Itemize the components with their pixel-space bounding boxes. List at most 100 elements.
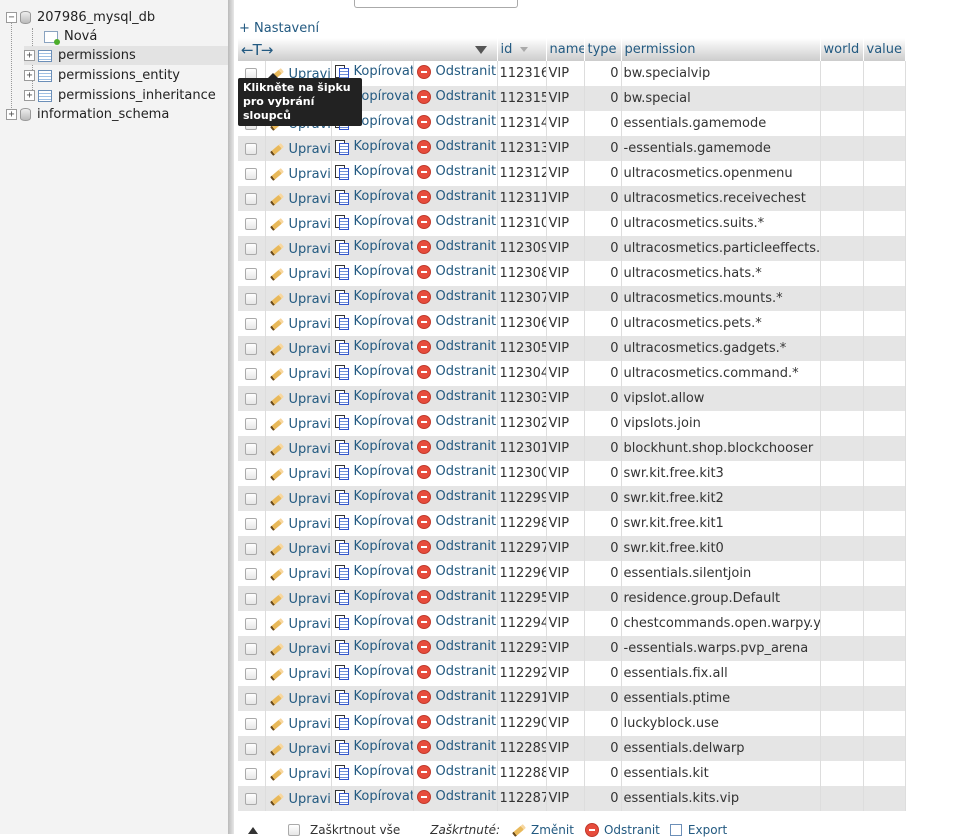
- edit-link[interactable]: Upravit: [268, 542, 330, 557]
- copy-label[interactable]: Kopírovat: [354, 214, 413, 229]
- cell-type[interactable]: 0: [584, 311, 622, 336]
- edit-label[interactable]: Upravit: [289, 642, 331, 657]
- cell-type[interactable]: 0: [584, 61, 622, 86]
- table-row[interactable]: Upravit Kopírovat Odstranit112295VIP0resid…: [238, 586, 906, 611]
- cell-permission[interactable]: essentials.delwarp: [621, 736, 821, 761]
- delete-label[interactable]: Odstranit: [436, 264, 497, 279]
- edit-link[interactable]: Upravit: [268, 642, 331, 657]
- cell-value[interactable]: [863, 311, 906, 336]
- cell-permission[interactable]: vipslot.allow: [621, 386, 821, 411]
- delete-link[interactable]: Odstranit: [416, 64, 496, 79]
- bulk-edit-button[interactable]: Změnit: [510, 823, 574, 837]
- cell-id[interactable]: 112310: [497, 211, 547, 236]
- table-row[interactable]: Upravit Kopírovat Odstranit112300VIP0swr.k…: [238, 461, 906, 486]
- cell-type[interactable]: 0: [584, 661, 622, 686]
- copy-label[interactable]: Kopírovat: [354, 139, 413, 154]
- delete-link[interactable]: Odstranit: [416, 764, 496, 779]
- cell-value[interactable]: [863, 486, 906, 511]
- cell-id[interactable]: 112297: [497, 536, 547, 561]
- delete-link[interactable]: Odstranit: [416, 439, 496, 454]
- delete-link[interactable]: Odstranit: [416, 114, 496, 129]
- edit-label[interactable]: Upravit: [289, 267, 331, 282]
- delete-label[interactable]: Odstranit: [436, 214, 497, 229]
- collapse-icon[interactable]: −: [6, 12, 17, 23]
- cell-id[interactable]: 112294: [497, 611, 547, 636]
- cell-permission[interactable]: vipslots.join: [621, 411, 821, 436]
- expand-icon[interactable]: +: [6, 109, 17, 120]
- table-row[interactable]: Upravit Kopírovat Odstranit112311VIP0ultra…: [238, 186, 906, 211]
- delete-link[interactable]: Odstranit: [416, 214, 497, 229]
- cell-name[interactable]: VIP: [546, 411, 585, 436]
- delete-link[interactable]: Odstranit: [416, 264, 497, 279]
- cell-id[interactable]: 112316: [497, 61, 547, 86]
- cell-value[interactable]: [863, 236, 906, 261]
- copy-label[interactable]: Kopírovat: [354, 89, 413, 104]
- cell-type[interactable]: 0: [584, 186, 622, 211]
- cell-value[interactable]: [863, 761, 906, 786]
- delete-label[interactable]: Odstranit: [436, 389, 497, 404]
- delete-label[interactable]: Odstranit: [436, 314, 497, 329]
- table-name[interactable]: permissions_entity: [58, 68, 180, 83]
- cell-name[interactable]: VIP: [546, 186, 585, 211]
- row-checkbox[interactable]: [245, 642, 258, 655]
- cell-world[interactable]: [820, 686, 864, 711]
- copy-label[interactable]: Kopírovat: [354, 614, 413, 629]
- edit-label[interactable]: Upravit: [289, 192, 331, 207]
- settings-link[interactable]: + Nastavení: [239, 21, 319, 36]
- edit-label[interactable]: Upravit: [289, 392, 331, 407]
- cell-type[interactable]: 0: [584, 111, 622, 136]
- edit-label[interactable]: Upravit: [289, 242, 331, 257]
- delete-link[interactable]: Odstranit: [416, 89, 497, 104]
- delete-label[interactable]: Odstranit: [436, 89, 497, 104]
- edit-label[interactable]: Upravit: [289, 217, 331, 232]
- cell-value[interactable]: [863, 186, 906, 211]
- table-name[interactable]: permissions_inheritance: [58, 88, 216, 103]
- cell-type[interactable]: 0: [584, 586, 622, 611]
- delete-label[interactable]: Odstranit: [436, 714, 497, 729]
- copy-link[interactable]: Kopírovat: [334, 314, 412, 330]
- copy-link[interactable]: Kopírovat: [334, 739, 412, 755]
- expand-icon[interactable]: +: [24, 70, 35, 81]
- cell-id[interactable]: 112289: [497, 736, 547, 761]
- cell-world[interactable]: [820, 136, 864, 161]
- edit-link[interactable]: Upravit: [268, 767, 331, 782]
- cell-permission[interactable]: chestcommands.open.warpy.yml: [621, 611, 821, 636]
- cell-name[interactable]: VIP: [546, 61, 585, 86]
- cell-name[interactable]: VIP: [546, 336, 585, 361]
- cell-name[interactable]: VIP: [546, 686, 585, 711]
- tree-table-permissions-entity[interactable]: + permissions_entity: [24, 66, 180, 85]
- cell-value[interactable]: [863, 586, 906, 611]
- edit-label[interactable]: Upravit: [289, 367, 331, 382]
- edit-link[interactable]: Upravit: [268, 717, 330, 732]
- cell-world[interactable]: [820, 736, 864, 761]
- cell-world[interactable]: [820, 436, 864, 461]
- cell-world[interactable]: [820, 111, 864, 136]
- row-checkbox[interactable]: [245, 267, 258, 280]
- row-checkbox[interactable]: [245, 792, 258, 805]
- edit-link[interactable]: Upravit: [268, 442, 330, 457]
- delete-link[interactable]: Odstranit: [416, 414, 496, 429]
- edit-link[interactable]: Upravit: [268, 142, 330, 157]
- cell-world[interactable]: [820, 286, 864, 311]
- edit-label[interactable]: Upravit: [289, 767, 331, 782]
- cell-world[interactable]: [820, 361, 864, 386]
- cell-permission[interactable]: luckyblock.use: [621, 711, 821, 736]
- delete-label[interactable]: Odstranit: [436, 189, 497, 204]
- cell-world[interactable]: [820, 761, 864, 786]
- cell-value[interactable]: [863, 611, 906, 636]
- cell-value[interactable]: [863, 61, 906, 86]
- cell-permission[interactable]: -essentials.gamemode: [621, 136, 821, 161]
- row-checkbox[interactable]: [245, 442, 258, 455]
- edit-link[interactable]: Upravit: [268, 592, 330, 607]
- row-checkbox[interactable]: [245, 692, 258, 705]
- table-row[interactable]: Upravit Kopírovat Odstranit112294VIP0chest…: [238, 611, 906, 636]
- copy-link[interactable]: Kopírovat: [334, 139, 413, 155]
- table-row[interactable]: Upravit Kopírovat Odstranit112310VIP0ultra…: [238, 211, 906, 236]
- cell-type[interactable]: 0: [584, 361, 622, 386]
- edit-link[interactable]: Upravit: [268, 692, 330, 707]
- copy-link[interactable]: Kopírovat: [334, 564, 412, 580]
- cell-world[interactable]: [820, 611, 864, 636]
- delete-label[interactable]: Odstranit: [436, 514, 497, 529]
- row-checkbox[interactable]: [245, 242, 258, 255]
- cell-permission[interactable]: essentials.gamemode: [621, 111, 821, 136]
